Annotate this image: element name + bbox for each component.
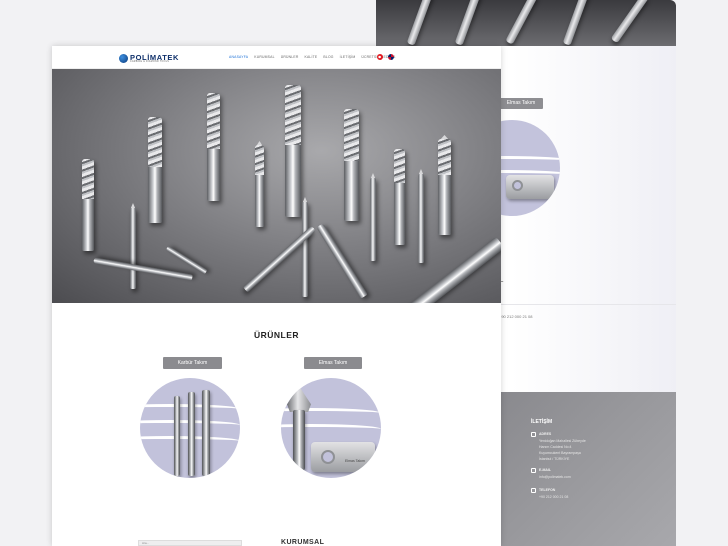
divider xyxy=(484,304,676,305)
drill-image xyxy=(438,135,451,235)
bottom-bar-text: Ara... xyxy=(142,541,150,545)
endmill-image xyxy=(285,85,301,217)
diamond-insert-image: Elmas Takım xyxy=(311,442,375,472)
lying-tool-image xyxy=(316,223,368,299)
background-hero-image xyxy=(376,0,676,46)
insert-hole xyxy=(321,450,335,464)
drill-image xyxy=(255,141,264,227)
lying-tool-image xyxy=(93,257,193,281)
nav-item-urunler[interactable]: ÜRÜNLER xyxy=(281,55,299,59)
mail-icon xyxy=(531,468,536,473)
insert-label: Elmas Takım xyxy=(345,459,365,463)
drill-image xyxy=(370,173,376,261)
category-carbide-card[interactable] xyxy=(140,378,240,478)
category-diamond-card[interactable]: Elmas Takım xyxy=(281,378,381,478)
category-label-carbide[interactable]: Karbür Takım xyxy=(163,357,222,369)
tool-image xyxy=(610,0,650,44)
phone-link[interactable]: +90 212 000 21 08 xyxy=(539,494,568,500)
carbide-endmill-image xyxy=(188,392,195,476)
endmill-image xyxy=(344,109,359,221)
carbide-endmill-image xyxy=(174,396,180,476)
endmill-image xyxy=(394,149,405,245)
tool-image xyxy=(454,0,482,46)
drill-image xyxy=(418,169,424,263)
tool-image xyxy=(406,0,434,46)
endmill-image xyxy=(82,159,94,251)
address-title: ADRES xyxy=(539,432,552,436)
category-label[interactable]: Elmas Takım xyxy=(499,98,543,109)
bottom-search-bar[interactable]: Ara... xyxy=(138,540,242,546)
logo-subtext: CARBIDE & DIAMOND TOOLS xyxy=(130,61,170,63)
tool-image xyxy=(505,0,539,45)
nav-item-iletisim[interactable]: İLETİŞİM xyxy=(340,55,356,59)
header-navbar: POLİMATEK CARBIDE & DIAMOND TOOLS ANASAY… xyxy=(52,46,501,69)
nav-item-kalite[interactable]: KALİTE xyxy=(305,55,318,59)
tool-image xyxy=(562,0,590,46)
email-title: E-MAIL xyxy=(539,468,552,472)
category-label-diamond[interactable]: Elmas Takım xyxy=(304,357,362,369)
email-link[interactable]: info@polimatek.com xyxy=(539,474,571,480)
phone-icon xyxy=(531,488,536,493)
drill-image xyxy=(130,203,136,289)
endmill-image xyxy=(207,93,220,201)
nav-item-kurumsal[interactable]: KURUMSAL xyxy=(254,55,274,59)
site-logo[interactable]: POLİMATEK CARBIDE & DIAMOND TOOLS xyxy=(119,52,179,64)
corporate-section-title: KURUMSAL xyxy=(281,539,325,546)
nav-item-blog[interactable]: BLOG xyxy=(323,55,333,59)
diamond-tool-shank-image xyxy=(293,410,305,470)
side-phone: +90 212 000 21 08 xyxy=(499,314,533,319)
endmill-image xyxy=(148,117,162,223)
tr-flag-icon[interactable] xyxy=(377,54,383,60)
carbide-endmill-image xyxy=(202,390,210,476)
drill-image xyxy=(302,197,308,297)
hero-banner-image xyxy=(52,69,501,303)
address-line: İstanbul / TÜRKİYE xyxy=(539,457,570,461)
location-icon xyxy=(531,432,536,437)
contact-title: İLETİŞİM xyxy=(531,419,553,425)
nav-item-anasayfa[interactable]: ANASAYFA xyxy=(229,55,248,59)
main-page-preview: POLİMATEK CARBIDE & DIAMOND TOOLS ANASAY… xyxy=(52,46,501,546)
en-flag-icon[interactable] xyxy=(388,54,394,60)
lying-tool-image xyxy=(165,245,208,275)
countersink-cone-image xyxy=(287,386,311,412)
phone-title: TELEFON xyxy=(539,488,556,492)
logo-mark-icon xyxy=(119,53,128,63)
diamond-insert-image xyxy=(506,175,554,199)
main-nav: ANASAYFA KURUMSAL ÜRÜNLER KALİTE BLOG İL… xyxy=(229,55,396,59)
products-section-title: ÜRÜNLER xyxy=(253,330,300,340)
